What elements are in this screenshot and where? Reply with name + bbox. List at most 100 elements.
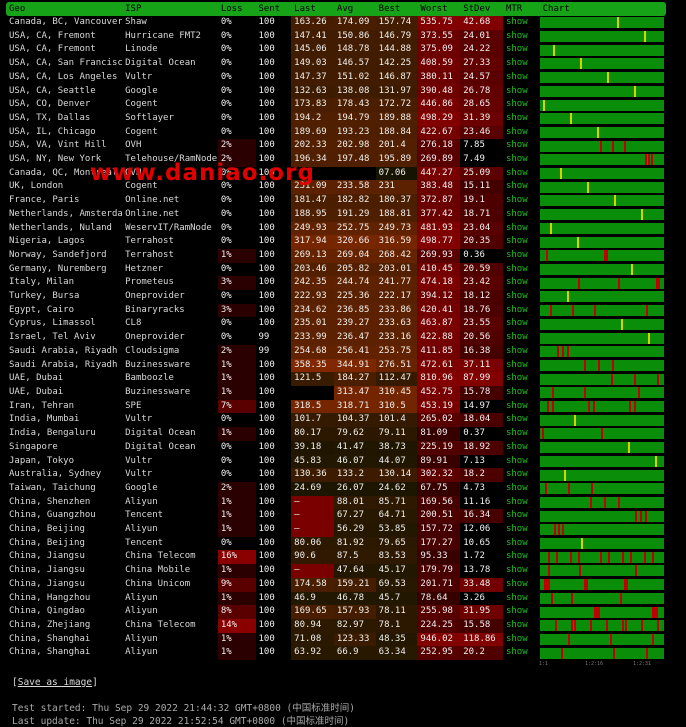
cell-mtr[interactable]: show	[503, 468, 540, 482]
cell-stdev: 31.95	[460, 605, 503, 619]
cell-sent: 100	[258, 537, 275, 548]
cell-mtr[interactable]: show	[503, 592, 540, 606]
cell-mtr[interactable]: show	[503, 455, 540, 469]
cell-best: 253.75	[375, 344, 418, 359]
cell-stdev: 23.42	[460, 276, 503, 291]
cell-worst: 375.09	[417, 43, 461, 58]
cell-mtr[interactable]: show	[503, 441, 540, 455]
chart-spike	[554, 620, 557, 632]
cell-mtr[interactable]: show	[503, 564, 540, 578]
chart-spike	[619, 592, 622, 604]
cell-mtr[interactable]: show	[503, 550, 540, 564]
table-row: Cyprus, Limassol CL8 0% 100 235.01 239.27 233.…	[6, 317, 666, 332]
latency-chart-bar	[539, 496, 664, 508]
cell-mtr[interactable]: show	[503, 85, 540, 99]
cell-mtr[interactable]: show	[503, 345, 540, 359]
chart-spike	[628, 401, 631, 413]
cell-mtr[interactable]: show	[503, 276, 540, 290]
cell-mtr[interactable]: show	[503, 372, 540, 386]
cell-mtr[interactable]: show	[503, 98, 540, 112]
cell-mtr[interactable]: show	[503, 126, 540, 140]
cell-mtr[interactable]: show	[503, 222, 540, 236]
cell-mtr[interactable]: show	[503, 208, 540, 222]
cell-mtr[interactable]: show	[503, 194, 540, 208]
chart-spike	[567, 483, 570, 495]
cell-geo: USA, CA, San Francisco	[9, 58, 123, 69]
latency-chart-bar	[539, 524, 664, 536]
cell-mtr[interactable]: show	[503, 427, 540, 441]
cell-mtr[interactable]: show	[503, 43, 540, 57]
chart-spike	[651, 633, 654, 645]
cell-loss: 1%	[217, 646, 256, 661]
cell-sent: 100	[258, 71, 275, 82]
cell-mtr[interactable]: show	[503, 331, 540, 345]
cell-mtr[interactable]: show	[503, 290, 540, 304]
cell-geo: China, Hangzhou	[9, 592, 91, 603]
cell-mtr[interactable]: show	[503, 646, 540, 660]
cell-geo: Canada, BC, Vancouver	[9, 17, 123, 27]
cell-worst: 201.71	[417, 577, 461, 592]
cell-mtr[interactable]: show	[503, 235, 540, 249]
cell-mtr[interactable]: show	[503, 578, 540, 592]
cell-loss: 0%	[220, 332, 232, 343]
latency-chart-bar	[539, 222, 664, 234]
cell-chart	[539, 386, 666, 400]
cell-isp: China Telecom	[125, 551, 196, 562]
cell-chart	[539, 427, 666, 441]
cell-mtr[interactable]: show	[503, 139, 540, 153]
cell-avg: 56.29	[333, 523, 376, 537]
cell-chart	[539, 290, 666, 304]
cell-stdev: 12.06	[463, 524, 491, 535]
cell-worst: 81.09	[417, 427, 461, 441]
cell-mtr[interactable]: show	[503, 496, 540, 510]
cell-stdev: 37.11	[460, 358, 503, 373]
cell-last: 132.63	[291, 84, 334, 99]
cell-isp: Digital Ocean	[125, 58, 196, 69]
column-header-stdev: StDev	[460, 2, 503, 16]
cell-stdev: 18.2	[460, 468, 503, 482]
cell-mtr[interactable]: show	[503, 304, 540, 318]
cell-sent: 100	[258, 496, 275, 507]
cell-geo: China, Jiangsu	[9, 578, 85, 589]
latency-chart-bar	[539, 305, 664, 317]
cell-avg: 148.78	[333, 43, 376, 58]
cell-avg: 184.27	[333, 372, 376, 386]
cell-mtr[interactable]: show	[503, 71, 540, 85]
cell-mtr[interactable]: show	[503, 413, 540, 427]
chart-spike	[566, 291, 569, 303]
cell-mtr[interactable]: show	[503, 112, 540, 126]
cell-sent: 100	[258, 633, 275, 644]
cell-mtr[interactable]: show	[503, 167, 540, 181]
cell-mtr[interactable]: show	[503, 482, 540, 496]
cell-mtr[interactable]: show	[503, 153, 540, 167]
cell-mtr[interactable]: show	[503, 633, 540, 647]
cell-mtr[interactable]: show	[503, 263, 540, 277]
save-as-image-link[interactable]: Save as image	[18, 677, 92, 688]
cell-mtr[interactable]: show	[503, 16, 540, 30]
cell-mtr[interactable]: show	[503, 400, 540, 414]
cell-isp: Oneprovider	[125, 291, 185, 302]
table-row: Japan, Tokyo Vultr 0% 100 45.83 46.07 44.07 89.…	[6, 454, 666, 469]
cell-mtr[interactable]: show	[503, 317, 540, 331]
cell-mtr[interactable]: show	[503, 523, 540, 537]
cell-geo: USA, CA, Los Angeles	[9, 71, 118, 82]
table-body: Canada, BC, Vancouver Shaw 0% 100 163.26 174.…	[6, 16, 666, 661]
cell-best: 24.62	[375, 481, 418, 496]
cell-mtr[interactable]: show	[503, 30, 540, 44]
cell-mtr[interactable]: show	[503, 386, 540, 400]
chart-spike	[547, 551, 550, 563]
chart-spike	[610, 373, 613, 385]
cell-mtr[interactable]: show	[503, 605, 540, 619]
latency-chart-bar	[539, 414, 664, 426]
cell-mtr[interactable]: show	[503, 509, 540, 523]
cell-stdev: 19.1	[460, 194, 503, 208]
cell-mtr[interactable]: show	[503, 57, 540, 71]
cell-isp: Vultr	[125, 469, 153, 480]
cell-mtr[interactable]: show	[503, 249, 540, 263]
cell-mtr[interactable]: show	[503, 619, 540, 633]
cell-mtr[interactable]: show	[503, 537, 540, 551]
chart-spike	[625, 579, 628, 591]
cell-mtr[interactable]: show	[503, 359, 540, 373]
cell-mtr[interactable]: show	[503, 180, 540, 194]
cell-best: 130.14	[375, 468, 418, 482]
